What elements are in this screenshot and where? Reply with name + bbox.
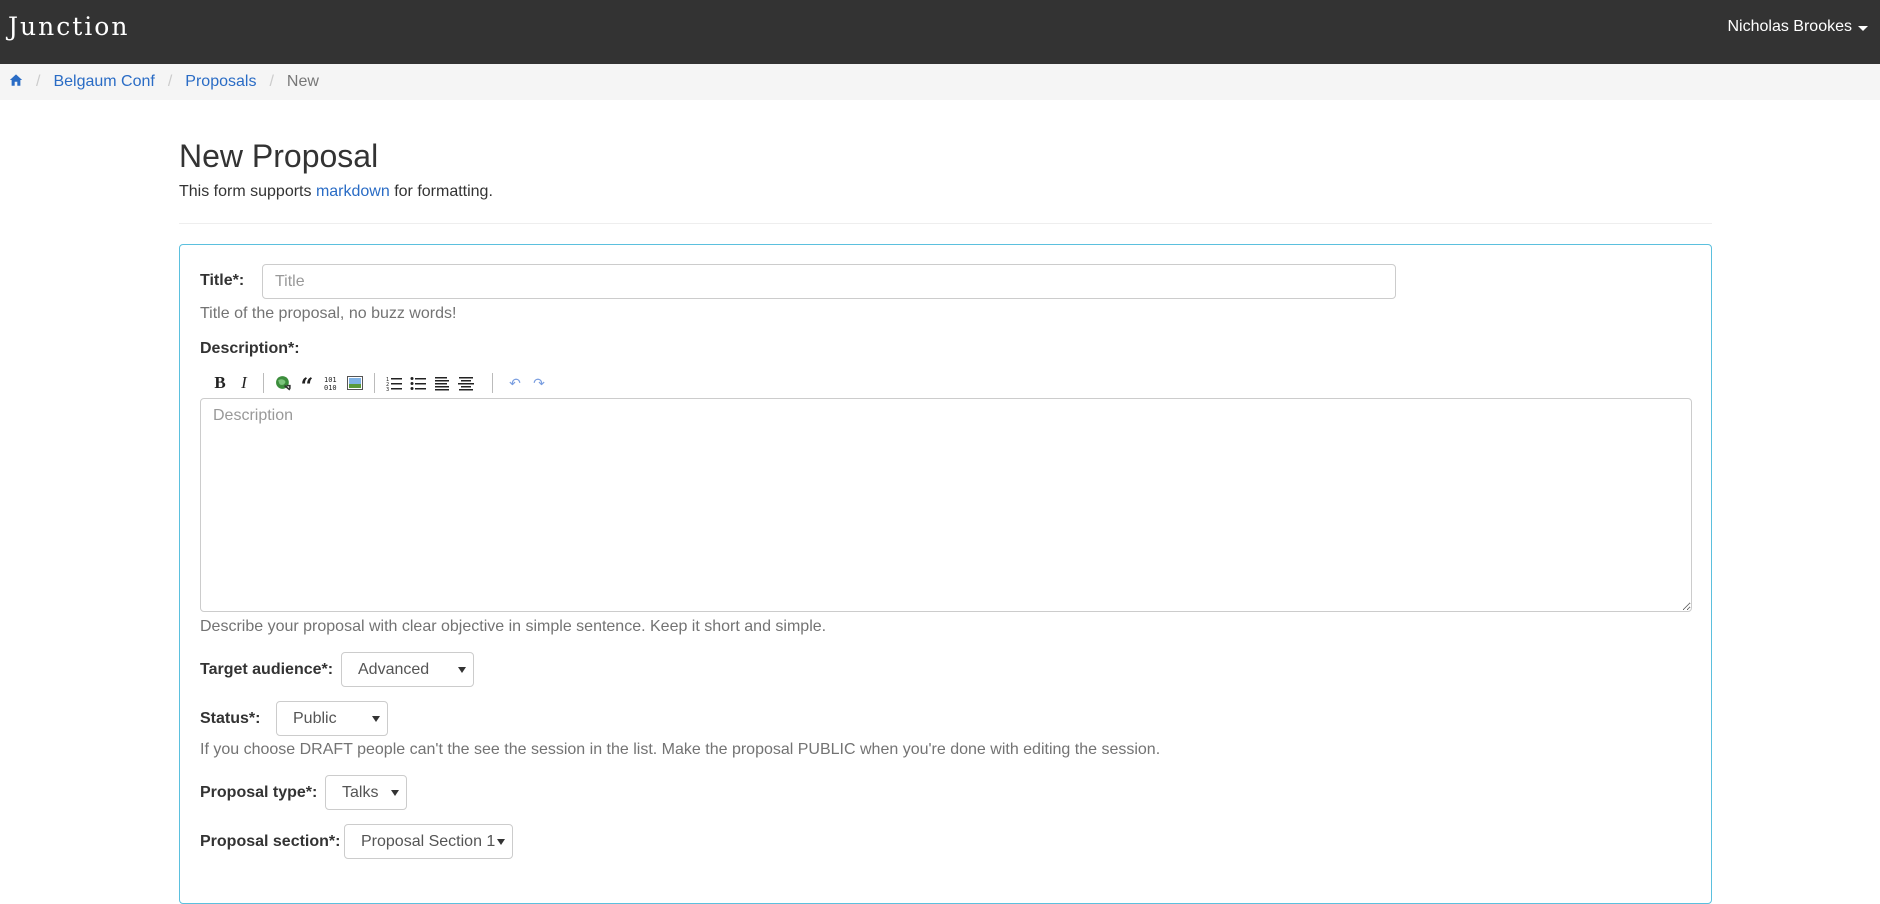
toolbar-separator (374, 373, 375, 393)
proposal-section-label: Proposal section*: (200, 833, 341, 850)
breadcrumb-current: New (286, 73, 319, 90)
horizontal-rule-icon (458, 377, 474, 391)
breadcrumb-home[interactable] (9, 73, 23, 92)
brand-logo[interactable]: Junction (8, 12, 129, 41)
toolbar-separator (263, 373, 264, 393)
page-title: New Proposal (179, 138, 379, 174)
title-label: Title*: (200, 272, 245, 289)
description-help: Describe your proposal with clear object… (200, 618, 827, 635)
breadcrumb-separator: / (167, 73, 173, 90)
target-audience-select[interactable]: Advanced (341, 652, 474, 687)
redo-button[interactable]: ↷ (527, 372, 551, 394)
user-menu[interactable]: Nicholas Brookes (1727, 18, 1868, 36)
ordered-list-icon: 1 2 3 (386, 377, 402, 391)
heading-button[interactable] (430, 372, 454, 394)
svg-text:010: 010 (324, 384, 337, 391)
editor-toolbar: B I “ 101 010 1 2 3 ↶ ↷ (208, 372, 551, 400)
unordered-list-icon (410, 377, 426, 390)
target-audience-label: Target audience*: (200, 661, 334, 678)
breadcrumb-separator: / (269, 73, 274, 90)
toolbar-separator (492, 373, 493, 393)
svg-text:3: 3 (386, 387, 389, 391)
undo-button[interactable]: ↶ (503, 372, 527, 394)
status-help: If you choose DRAFT people can't the see… (200, 741, 1161, 758)
caret-down-icon (1858, 25, 1868, 31)
user-name: Nicholas Brookes (1727, 18, 1853, 35)
subtitle-text: This form supports (179, 183, 316, 200)
page-subtitle: This form supports markdown for formatti… (179, 183, 493, 201)
select-arrow-icon (458, 667, 466, 673)
description-textarea[interactable] (200, 398, 1692, 612)
breadcrumb-conference[interactable]: Belgaum Conf (53, 73, 154, 91)
proposal-section-select[interactable]: Proposal Section 1 (344, 824, 513, 859)
proposal-section-value: Proposal Section 1 (361, 832, 496, 850)
proposal-type-value: Talks (342, 783, 379, 801)
link-icon (275, 375, 291, 390)
markdown-link[interactable]: markdown (316, 183, 390, 200)
italic-button[interactable]: I (232, 372, 256, 394)
link-button[interactable] (271, 372, 295, 394)
bold-button[interactable]: B (208, 372, 232, 394)
select-arrow-icon (497, 839, 505, 845)
title-input[interactable] (262, 264, 1396, 299)
breadcrumb: / Belgaum Conf / Proposals / New (0, 64, 1880, 100)
target-audience-value: Advanced (358, 660, 430, 678)
top-navbar: Junction Nicholas Brookes (0, 0, 1880, 64)
select-arrow-icon (372, 716, 380, 722)
svg-text:101: 101 (324, 376, 337, 384)
title-help: Title of the proposal, no buzz words! (200, 305, 457, 322)
proposal-type-select[interactable]: Talks (325, 775, 407, 810)
status-select[interactable]: Public (276, 701, 388, 736)
proposal-type-label: Proposal type*: (200, 784, 318, 801)
image-button[interactable] (343, 372, 367, 394)
image-icon (347, 376, 363, 390)
code-icon: 101 010 (324, 376, 337, 391)
description-label: Description*: (200, 340, 300, 357)
breadcrumb-proposals[interactable]: Proposals (185, 73, 256, 91)
heading-icon (435, 377, 449, 391)
select-arrow-icon (391, 790, 399, 796)
home-icon (9, 73, 23, 86)
status-value: Public (293, 709, 337, 727)
breadcrumb-separator: / (36, 73, 41, 90)
unordered-list-button[interactable] (406, 372, 430, 394)
horizontal-rule-button[interactable] (454, 372, 478, 394)
status-label: Status*: (200, 710, 261, 727)
divider (179, 223, 1712, 224)
quote-button[interactable]: “ (295, 372, 319, 400)
subtitle-text: for formatting. (389, 183, 493, 200)
code-button[interactable]: 101 010 (319, 372, 343, 394)
ordered-list-button[interactable]: 1 2 3 (382, 372, 406, 394)
